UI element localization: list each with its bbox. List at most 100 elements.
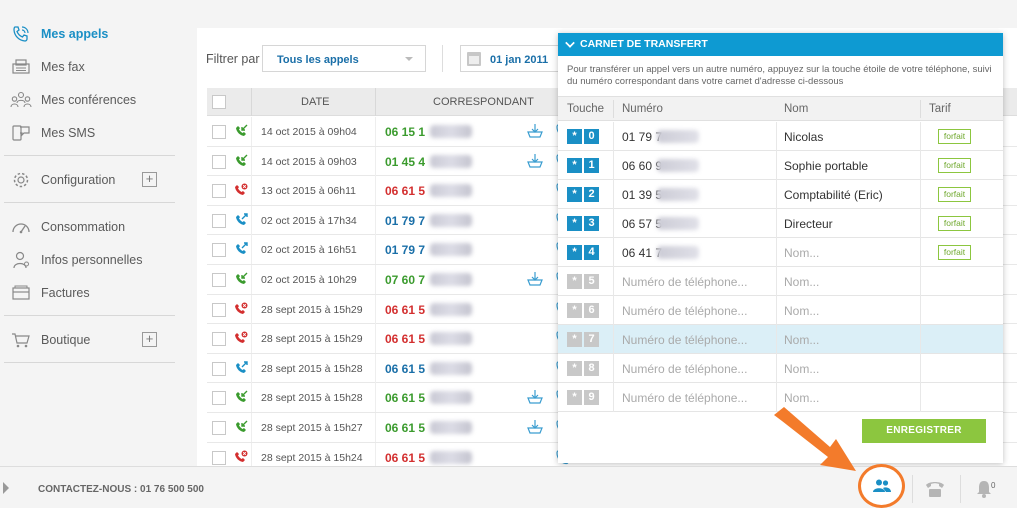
transfer-name-field[interactable]: Sophie portable (784, 159, 868, 173)
transfer-row[interactable]: * 6 Numéro de téléphone... Nom... (558, 296, 1003, 325)
digit-key: 8 (584, 361, 599, 376)
transfer-number-field[interactable]: Numéro de téléphone... (622, 333, 747, 347)
transfer-row[interactable]: * 1 06 60 9 Sophie portable forfait (558, 151, 1003, 180)
column-divider (251, 205, 252, 235)
column-divider (375, 383, 376, 413)
sidebar-item-mes-appels[interactable]: Mes appels (0, 21, 175, 47)
transfer-row[interactable]: * 3 06 57 5 Directeur forfait (558, 209, 1003, 238)
row-checkbox[interactable] (212, 421, 226, 435)
transfer-name-field[interactable]: Nom... (784, 362, 819, 376)
row-checkbox[interactable] (212, 332, 226, 347)
call-number[interactable]: 01 79 7 (385, 214, 425, 228)
sidebar-item-consommation[interactable]: Consommation (0, 214, 175, 240)
sidebar-item-configuration[interactable]: Configuration + (0, 167, 175, 193)
transfer-row[interactable]: * 8 Numéro de téléphone... Nom... (558, 354, 1003, 383)
transfer-row[interactable]: * 4 06 41 7 Nom... forfait (558, 238, 1003, 267)
transfer-name-field[interactable]: Nom... (784, 333, 819, 347)
call-date: 28 sept 2015 à 15h24 (261, 451, 363, 464)
call-number[interactable]: 01 79 7 (385, 243, 425, 257)
transfer-name-field[interactable]: Nom... (784, 391, 819, 405)
row-checkbox[interactable] (212, 302, 226, 317)
column-header-date[interactable]: DATE (301, 96, 330, 108)
key-combo: * 7 (567, 332, 599, 347)
expand-boutique-button[interactable]: + (142, 332, 157, 347)
row-checkbox[interactable] (212, 450, 226, 465)
transfer-name-field[interactable]: Nom... (784, 246, 819, 260)
digit-key: 0 (584, 129, 599, 144)
transfer-name-field[interactable]: Nom... (784, 304, 819, 318)
sidebar: Mes appels Mes fax Mes conférences Mes S… (0, 0, 180, 466)
row-checkbox[interactable] (212, 391, 226, 406)
download-icon[interactable] (527, 389, 543, 405)
call-number[interactable]: 06 61 5 (385, 451, 425, 465)
download-icon[interactable] (527, 419, 543, 435)
received-call-icon (234, 420, 248, 434)
row-checkbox[interactable] (212, 184, 226, 199)
call-number[interactable]: 06 61 5 (385, 421, 425, 435)
transfer-name-field[interactable]: Nicolas (784, 130, 823, 144)
column-divider (776, 354, 777, 383)
transfer-number-field[interactable]: Numéro de téléphone... (622, 304, 747, 318)
row-checkbox[interactable] (212, 154, 226, 169)
column-divider (375, 265, 376, 294)
handset-icon[interactable] (924, 479, 946, 502)
sidebar-item-factures[interactable]: Factures (0, 280, 175, 306)
transfer-number-field[interactable]: Numéro de téléphone... (622, 362, 747, 376)
call-number[interactable]: 06 61 5 (385, 332, 425, 346)
call-number[interactable]: 06 61 5 (385, 362, 425, 376)
date-from-picker[interactable]: 01 jan 2011 (460, 45, 560, 72)
missed-call-icon (234, 331, 248, 345)
transfer-book-button[interactable] (858, 464, 905, 508)
call-number[interactable]: 01 45 4 (385, 155, 425, 169)
column-header-correspondant[interactable]: CORRESPONDANT (433, 96, 534, 108)
star-key: * (567, 216, 582, 231)
transfer-name-field[interactable]: Nom... (784, 275, 819, 289)
column-divider (251, 294, 252, 324)
row-checkbox[interactable] (212, 243, 226, 258)
transfer-number-field[interactable]: Numéro de téléphone... (622, 275, 747, 289)
select-all-checkbox[interactable] (212, 95, 226, 109)
digit-key: 9 (584, 390, 599, 405)
call-filter-select[interactable]: Tous les appels (262, 45, 426, 72)
call-number[interactable]: 07 60 7 (385, 273, 425, 287)
chevron-down-icon (565, 38, 575, 48)
sidebar-item-infos-personnelles[interactable]: Infos personnelles (0, 247, 175, 273)
download-icon[interactable] (527, 123, 543, 139)
sidebar-divider (4, 362, 175, 363)
save-button[interactable]: ENREGISTRER (862, 419, 986, 443)
column-divider (920, 383, 921, 412)
call-number[interactable]: 06 61 5 (385, 391, 425, 405)
masked-number (430, 243, 472, 257)
transfer-book-header[interactable]: CARNET DE TRANSFERT (558, 33, 1003, 56)
transfer-number-field[interactable]: Numéro de téléphone... (622, 391, 747, 405)
masked-number (430, 125, 472, 138)
transfer-row[interactable]: * 0 01 79 7 Nicolas forfait (558, 122, 1003, 151)
sidebar-item-mes-conferences[interactable]: Mes conférences (0, 87, 175, 113)
masked-number (430, 213, 472, 227)
column-divider (776, 238, 777, 267)
call-number[interactable]: 06 61 5 (385, 184, 425, 198)
transfer-name-field[interactable]: Directeur (784, 217, 833, 231)
callout-arrow-icon (774, 407, 856, 471)
download-icon[interactable] (527, 153, 543, 169)
call-number[interactable]: 06 15 1 (385, 125, 425, 139)
received-call-icon (234, 272, 248, 286)
sidebar-item-mes-sms[interactable]: Mes SMS (0, 120, 175, 146)
sidebar-item-mes-fax[interactable]: Mes fax (0, 54, 175, 80)
sidebar-item-boutique[interactable]: Boutique + (0, 327, 175, 353)
star-key: * (567, 274, 582, 289)
transfer-row[interactable]: * 2 01 39 5 Comptabilité (Eric) forfait (558, 180, 1003, 209)
transfer-row[interactable]: * 7 Numéro de téléphone... Nom... (558, 325, 1003, 354)
call-number[interactable]: 06 61 5 (385, 303, 425, 317)
row-checkbox[interactable] (212, 125, 226, 139)
collapse-arrow-icon[interactable] (3, 482, 9, 494)
column-divider (776, 209, 777, 238)
transfer-name-field[interactable]: Comptabilité (Eric) (784, 188, 883, 202)
transfer-book-description: Pour transférer un appel vers un autre n… (567, 64, 992, 87)
row-checkbox[interactable] (212, 361, 226, 376)
transfer-row[interactable]: * 5 Numéro de téléphone... Nom... (558, 267, 1003, 296)
expand-configuration-button[interactable]: + (142, 172, 157, 187)
download-icon[interactable] (527, 271, 543, 287)
row-checkbox[interactable] (212, 213, 226, 228)
row-checkbox[interactable] (212, 273, 226, 287)
